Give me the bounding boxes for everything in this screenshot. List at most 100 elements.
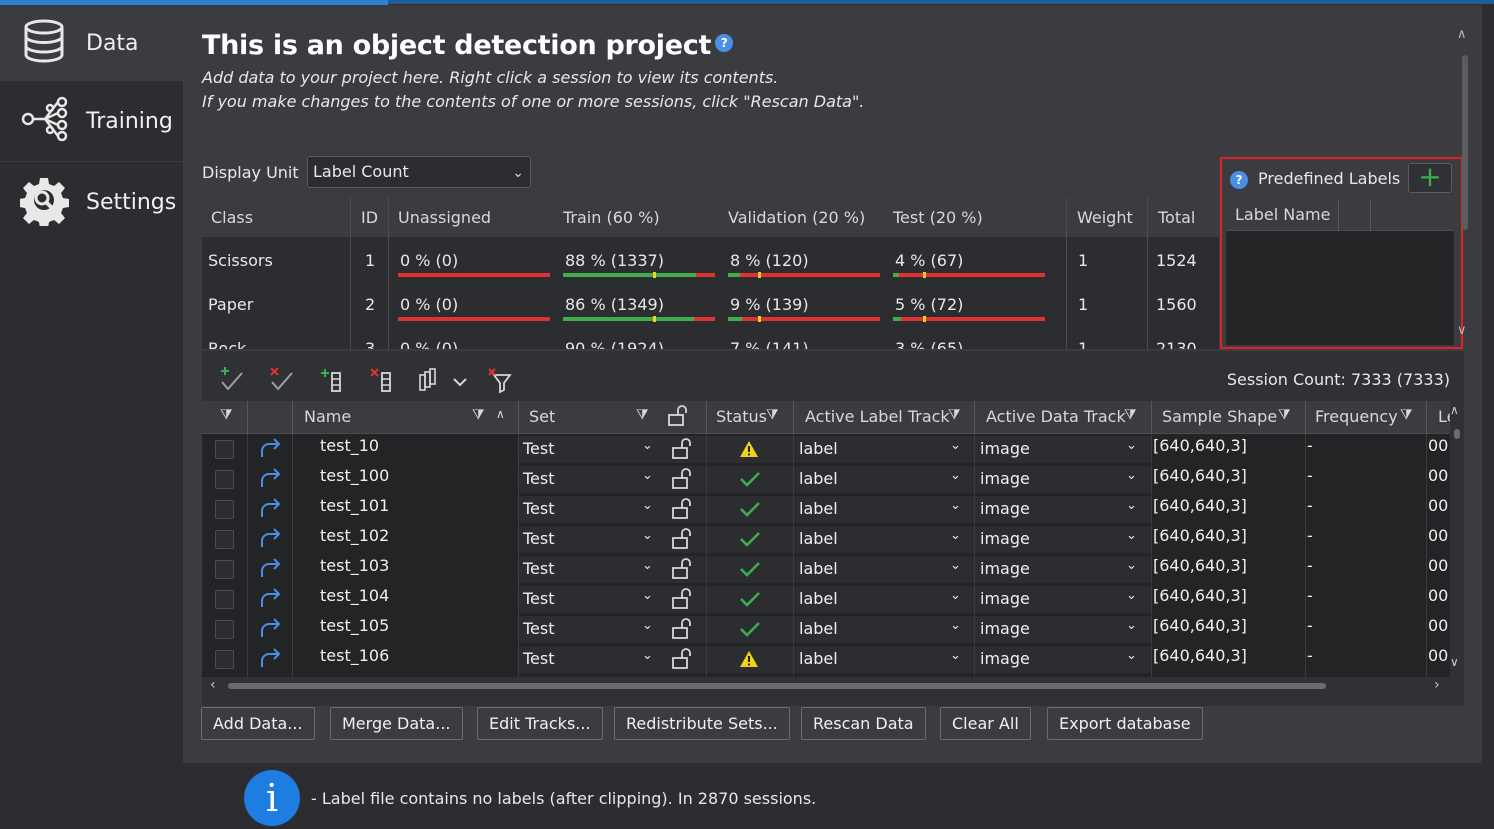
filter-icon[interactable]: ⧩ xyxy=(220,407,233,423)
row-checkbox[interactable] xyxy=(215,650,234,669)
uncheck-all-button[interactable] xyxy=(268,366,298,396)
page-vertical-scrollbar[interactable]: ∧ ∨ xyxy=(1455,27,1475,347)
set-select[interactable]: Test xyxy=(523,619,555,638)
chevron-down-icon[interactable]: ⌄ xyxy=(1126,618,1137,633)
open-session-icon[interactable] xyxy=(258,557,282,583)
col-header-validation[interactable]: Validation (20 %) xyxy=(728,208,865,227)
table-row[interactable]: test_10 Test ⌄ label ⌄ image ⌄ [640,640,3] - 00:0 xyxy=(202,434,1450,464)
chevron-down-icon[interactable]: ⌄ xyxy=(950,618,961,633)
row-checkbox[interactable] xyxy=(215,470,234,489)
filter-icon[interactable]: ⧩ xyxy=(1400,407,1413,423)
chevron-down-icon[interactable] xyxy=(450,366,480,396)
scroll-up-icon[interactable]: ∧ xyxy=(1450,403,1459,417)
filter-icon[interactable]: ⧩ xyxy=(1124,407,1137,423)
help-icon[interactable]: ? xyxy=(1230,171,1248,189)
open-session-icon[interactable] xyxy=(258,437,282,463)
unlock-icon[interactable] xyxy=(670,617,694,645)
unlock-icon[interactable] xyxy=(670,587,694,615)
col-header-frequency[interactable]: Frequency xyxy=(1315,407,1398,426)
open-session-icon[interactable] xyxy=(258,617,282,643)
filter-icon[interactable]: ⧩ xyxy=(1278,407,1291,423)
chevron-down-icon[interactable]: ⌄ xyxy=(950,438,961,453)
set-select[interactable]: Test xyxy=(523,589,555,608)
remove-column-button[interactable] xyxy=(368,366,398,396)
col-header-name[interactable]: Name xyxy=(304,407,351,426)
scroll-right-icon[interactable]: › xyxy=(1434,677,1440,693)
filter-icon[interactable]: ⧩ xyxy=(636,407,649,423)
chevron-down-icon[interactable]: ⌄ xyxy=(642,438,653,453)
col-header-sample-shape[interactable]: Sample Shape xyxy=(1162,407,1277,426)
chevron-down-icon[interactable]: ⌄ xyxy=(642,528,653,543)
table-row[interactable]: test_101 Test ⌄ label ⌄ image ⌄ [640,640,3] - 00:… xyxy=(202,494,1450,524)
unlock-icon[interactable] xyxy=(670,647,694,675)
add-label-button[interactable]: + xyxy=(1408,163,1452,193)
scrollbar-thumb[interactable] xyxy=(1462,55,1468,230)
label-track-select[interactable]: label xyxy=(799,469,838,488)
chevron-down-icon[interactable]: ⌄ xyxy=(950,588,961,603)
unlock-icon[interactable] xyxy=(670,557,694,585)
label-track-select[interactable]: label xyxy=(799,499,838,518)
col-header-label-name[interactable]: Label Name xyxy=(1235,205,1330,224)
set-select[interactable]: Test xyxy=(523,499,555,518)
data-track-select[interactable]: image xyxy=(980,649,1030,668)
col-header-active-label-track[interactable]: Active Label Track xyxy=(805,407,950,426)
help-icon[interactable]: ? xyxy=(715,34,734,52)
table-row[interactable]: test_102 Test ⌄ label ⌄ image ⌄ [640,640,3] - 00:… xyxy=(202,524,1450,554)
row-checkbox[interactable] xyxy=(215,530,234,549)
col-header-class[interactable]: Class xyxy=(211,208,253,227)
sidebar-item-settings[interactable]: Settings xyxy=(0,161,183,243)
open-session-icon[interactable] xyxy=(258,497,282,523)
col-header-set[interactable]: Set xyxy=(529,407,555,426)
open-session-icon[interactable] xyxy=(258,527,282,553)
label-track-select[interactable]: label xyxy=(799,529,838,548)
scroll-left-icon[interactable]: ‹ xyxy=(210,677,216,693)
filter-icon[interactable]: ⧩ xyxy=(472,407,485,423)
grid-horizontal-scrollbar[interactable]: ‹ › xyxy=(202,677,1450,695)
label-track-select[interactable]: label xyxy=(799,559,838,578)
sort-ascending-icon[interactable]: ∧ xyxy=(496,407,505,421)
filter-icon[interactable]: ⧩ xyxy=(766,407,779,423)
edit-tracks-button[interactable]: Edit Tracks... xyxy=(477,707,603,740)
col-header-unassigned[interactable]: Unassigned xyxy=(398,208,491,227)
data-track-select[interactable]: image xyxy=(980,559,1030,578)
data-track-select[interactable]: image xyxy=(980,589,1030,608)
set-select[interactable]: Test xyxy=(523,469,555,488)
add-data-button[interactable]: Add Data... xyxy=(201,707,315,740)
chevron-down-icon[interactable]: ⌄ xyxy=(1126,588,1137,603)
chevron-down-icon[interactable]: ⌄ xyxy=(950,528,961,543)
data-track-select[interactable]: image xyxy=(980,469,1030,488)
filter-icon[interactable]: ⧩ xyxy=(948,407,961,423)
sidebar-item-training[interactable]: Training xyxy=(0,81,183,161)
chevron-down-icon[interactable]: ⌄ xyxy=(642,648,653,663)
data-track-select[interactable]: image xyxy=(980,529,1030,548)
redistribute-sets-button[interactable]: Redistribute Sets... xyxy=(614,707,790,740)
sidebar-item-data[interactable]: Data xyxy=(0,5,183,81)
columns-icon[interactable] xyxy=(414,366,444,396)
unlock-icon[interactable] xyxy=(670,437,694,465)
display-unit-select[interactable]: Label Count ⌄ xyxy=(307,156,531,188)
col-header-total[interactable]: Total xyxy=(1158,208,1195,227)
chevron-down-icon[interactable]: ⌄ xyxy=(950,498,961,513)
label-track-select[interactable]: label xyxy=(799,589,838,608)
unlock-icon[interactable] xyxy=(666,404,690,432)
open-session-icon[interactable] xyxy=(258,587,282,613)
chevron-down-icon[interactable]: ⌄ xyxy=(1126,438,1137,453)
scroll-up-icon[interactable]: ∧ xyxy=(1457,27,1467,42)
unlock-icon[interactable] xyxy=(670,497,694,525)
row-checkbox[interactable] xyxy=(215,500,234,519)
row-checkbox[interactable] xyxy=(215,590,234,609)
col-header-test[interactable]: Test (20 %) xyxy=(893,208,983,227)
table-row[interactable]: test_105 Test ⌄ label ⌄ image ⌄ [640,640,3] - 00:… xyxy=(202,614,1450,644)
merge-data-button[interactable]: Merge Data... xyxy=(330,707,463,740)
row-checkbox[interactable] xyxy=(215,560,234,579)
col-header-id[interactable]: ID xyxy=(361,208,378,227)
label-track-select[interactable]: label xyxy=(799,439,838,458)
row-checkbox[interactable] xyxy=(215,440,234,459)
clear-filter-button[interactable] xyxy=(486,366,516,396)
open-session-icon[interactable] xyxy=(258,647,282,673)
chevron-down-icon[interactable]: ⌄ xyxy=(950,468,961,483)
grid-vertical-scrollbar[interactable]: ∧ ∨ xyxy=(1450,401,1464,677)
label-track-select[interactable]: label xyxy=(799,649,838,668)
export-database-button[interactable]: Export database xyxy=(1047,707,1203,740)
col-header-status[interactable]: Status xyxy=(716,407,767,426)
